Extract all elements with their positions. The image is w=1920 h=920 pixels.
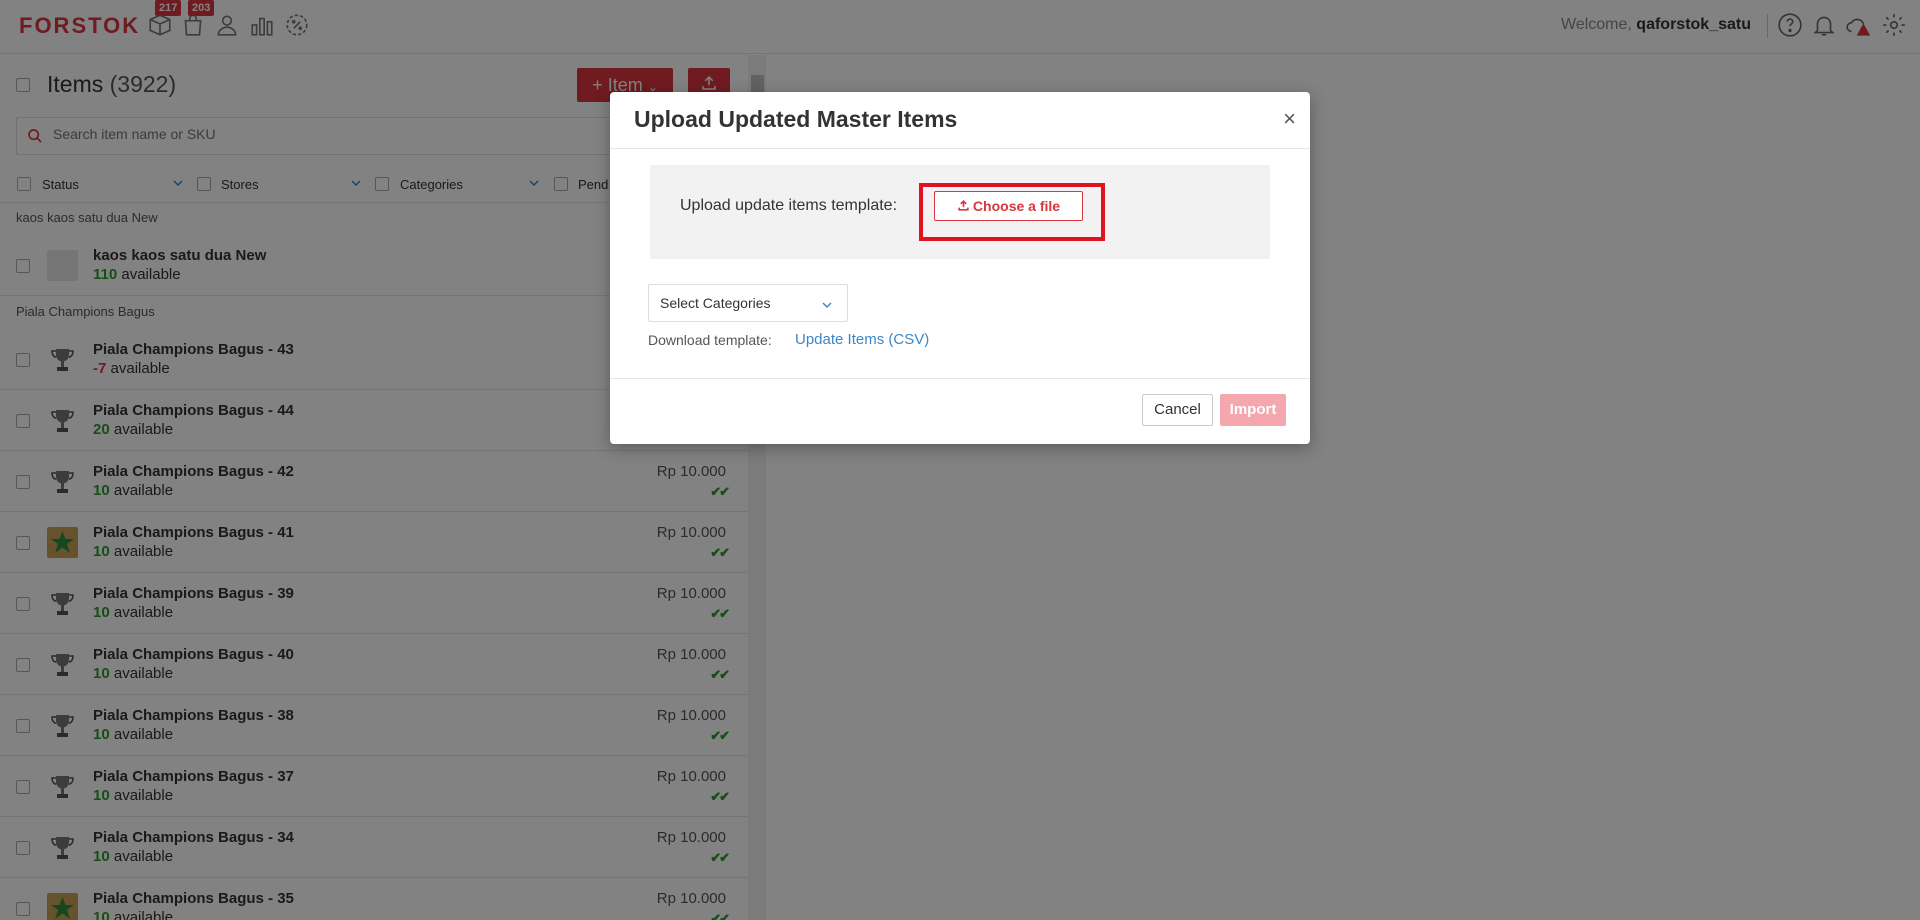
divider bbox=[610, 148, 1310, 149]
cancel-button[interactable]: Cancel bbox=[1142, 394, 1213, 426]
import-button[interactable]: Import bbox=[1220, 394, 1286, 426]
download-label: Download template: bbox=[648, 332, 772, 348]
close-icon[interactable]: × bbox=[1283, 108, 1296, 130]
modal-title: Upload Updated Master Items bbox=[634, 106, 958, 132]
choose-file-button[interactable]: Choose a file bbox=[934, 191, 1083, 221]
choose-file-label: Choose a file bbox=[972, 198, 1061, 214]
upload-modal: Upload Updated Master Items × Upload upd… bbox=[610, 92, 1310, 444]
select-categories-label: Select Categories bbox=[660, 295, 771, 311]
chevron-down-icon bbox=[822, 302, 832, 309]
upload-label: Upload update items template: bbox=[680, 197, 898, 214]
download-template-link[interactable]: Update Items (CSV) bbox=[795, 331, 929, 348]
divider bbox=[610, 378, 1310, 379]
select-categories-dropdown[interactable]: Select Categories bbox=[648, 284, 848, 322]
upload-section: Upload update items template: Choose a f… bbox=[650, 165, 1270, 259]
upload-icon bbox=[958, 200, 969, 211]
